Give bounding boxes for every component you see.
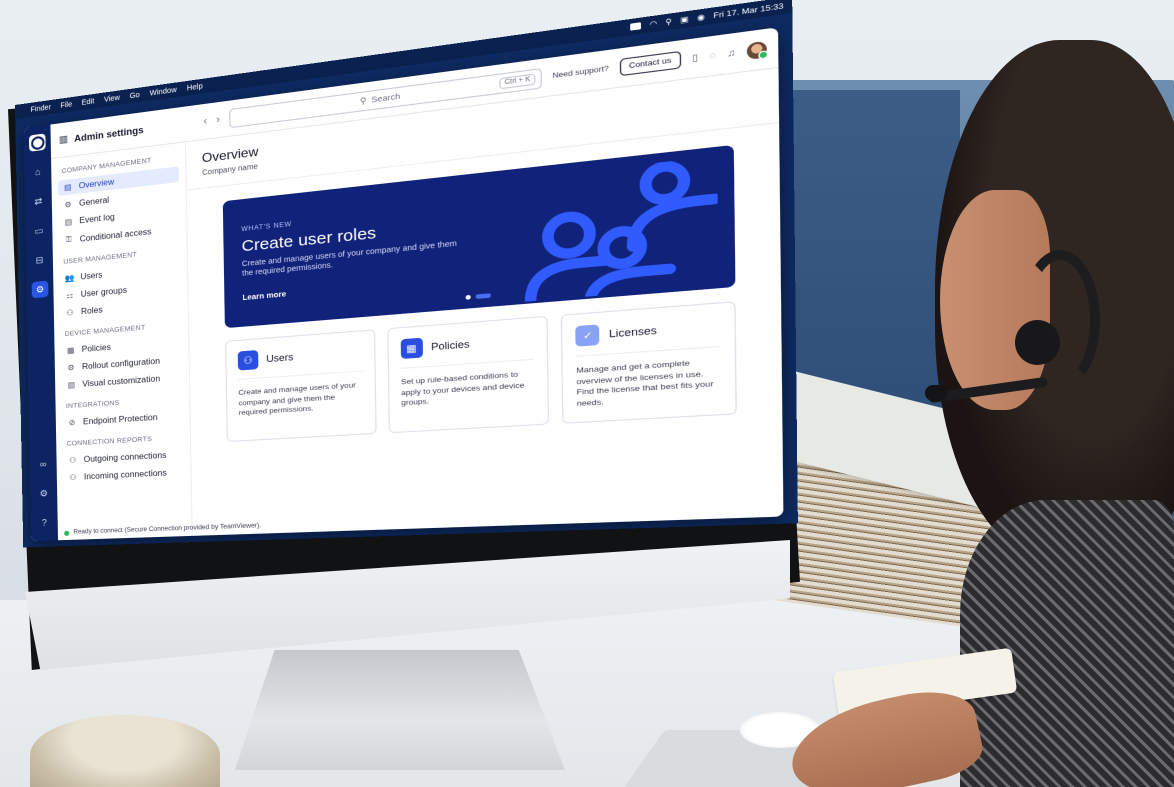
menubar-clock[interactable]: Fri 17. Mar 15:33 [713,2,783,20]
admin-icon[interactable]: ⚙ [31,280,49,299]
help-icon[interactable]: ? [36,514,53,531]
sidebar-item-label: Incoming connections [83,468,167,482]
teamviewer-logo-icon[interactable] [28,133,46,152]
outgoing-connections-icon: ⚇ [69,455,77,465]
users-illustration-icon [516,156,718,302]
user-avatar[interactable] [746,40,767,60]
back-arrow-icon[interactable]: ‹ [203,115,207,127]
devices-icon[interactable]: ⊟ [31,251,48,269]
policies-icon: ▦ [66,345,75,356]
card-title: Users [266,351,294,365]
overview-content: Overview Company name WHAT'S NEW Create … [186,68,783,536]
sidebar-item-label: Conditional access [79,226,152,244]
sidebar-item-endpoint-protection[interactable]: ⊘ Endpoint Protection [62,408,183,431]
search-placeholder: Search [371,91,401,105]
card-description: Create and manage users of your company … [238,381,356,418]
roles-icon: ⚇ [66,307,74,318]
whats-new-banner: WHAT'S NEW Create user roles Create and … [222,144,736,329]
overview-icon: ▤ [63,182,72,193]
remote-screen-icon[interactable]: ▭ [31,222,48,240]
menubar-view[interactable]: View [104,94,120,103]
sidebar-item-label: Visual customization [82,374,161,389]
coffee-mug [30,715,220,787]
licenses-card[interactable]: ✓ Licenses Manage and get a complete ove… [561,301,737,424]
home-icon[interactable]: ⌂ [29,163,46,181]
carousel-dot[interactable] [465,294,471,300]
search-icon: ⚲ [359,95,367,107]
policies-card[interactable]: ▦ Policies Set up rule-based conditions … [386,315,550,434]
control-center-icon[interactable]: ▣ [680,14,689,25]
general-icon: ⚙ [64,199,72,210]
forward-arrow-icon[interactable]: › [216,114,220,126]
person-sweater [960,500,1174,787]
policies-icon: ▦ [400,337,423,360]
sidebar-item-label: Event log [79,212,115,226]
card-title: Policies [431,338,470,353]
search-shortcut-badge: Ctrl + K [499,72,536,89]
visual-customization-icon: ▧ [67,380,76,390]
conditional-access-icon: ⚿ [65,234,72,245]
chat-icon[interactable]: ◌ [709,50,716,62]
menubar-file[interactable]: File [60,101,72,110]
sidebar-section-heading: INTEGRATIONS [65,399,120,411]
sidebar-item-label: User groups [80,285,128,299]
headset-earpiece [1015,320,1060,365]
monitor-stand [235,650,565,770]
users-icon: ⚇ [237,349,259,371]
users-card[interactable]: ⚇ Users Create and manage users of your … [225,329,377,443]
wifi-icon[interactable]: ◠ [649,19,657,29]
feature-cards: ⚇ Users Create and manage users of your … [225,301,737,443]
contact-us-button[interactable]: Contact us [619,50,682,77]
document-icon[interactable]: ▯ [692,52,698,63]
headset-microphone-tip [925,385,947,401]
settings-icon[interactable]: ⚙ [35,485,52,502]
menubar-tray: ◠ ⚲ ▣ ◉ Fri 17. Mar 15:33 [630,1,784,32]
sidebar-item-label: Users [80,270,103,282]
sidebar-item-label: Policies [81,342,111,355]
user-groups-icon: ⚏ [66,290,74,301]
status-indicator-icon [64,530,70,536]
sidebar-item-incoming-connections[interactable]: ⚇ Incoming connections [63,464,184,485]
sidebar-item-label: Roles [80,305,103,317]
card-title: Licenses [608,324,657,340]
sidebar-item-label: Overview [78,177,115,191]
support-text: Need support? [552,64,609,81]
siri-icon[interactable]: ◉ [697,12,705,22]
menubar-help[interactable]: Help [187,82,203,92]
admin-sidebar: COMPANY MANAGEMENT ▤ Overview ⚙ General ▤ Even… [51,142,261,541]
endpoint-protection-icon: ⊘ [68,417,76,428]
incoming-connections-icon: ⚇ [69,472,77,483]
sidebar-item-label: Outgoing connections [83,450,167,465]
card-description: Manage and get a complete overview of th… [576,359,714,408]
share-icon[interactable]: ∞ [35,456,52,473]
transfer-icon[interactable]: ⇄ [30,192,47,210]
spotlight-icon[interactable]: ⚲ [665,17,672,27]
sidebar-item-label: General [78,195,110,208]
app-title: Admin settings [74,124,144,144]
app-window: ⌂ ⇄ ▭ ⊟ ⚙ ∞ ⚙ ? ▥ Admin settings ‹ › ⚲ S… [23,27,784,542]
carousel-dot-active[interactable] [475,293,491,299]
menubar-go[interactable]: Go [130,91,140,100]
battery-icon[interactable] [630,22,642,31]
sidebar-toggle-icon[interactable]: ▥ [59,133,68,145]
event-log-icon: ▤ [64,216,73,227]
banner-carousel [465,293,491,300]
users-icon: 👥 [64,272,75,284]
sidebar-section-heading: CONNECTION REPORTS [66,435,153,448]
card-description: Set up rule-based conditions to apply to… [400,371,525,408]
notification-bell-icon[interactable]: ♫ [727,47,736,59]
sidebar-item-label: Rollout configuration [81,356,161,372]
sidebar-item-label: Endpoint Protection [82,412,158,427]
menubar-finder[interactable]: Finder [30,104,51,114]
rollout-configuration-icon: ⚙ [67,362,75,373]
menubar-window[interactable]: Window [149,86,176,97]
licenses-icon: ✓ [575,324,600,347]
menubar-edit[interactable]: Edit [82,98,95,107]
monitor-screen: Finder File Edit View Go Window Help ◠ ⚲… [15,0,798,548]
